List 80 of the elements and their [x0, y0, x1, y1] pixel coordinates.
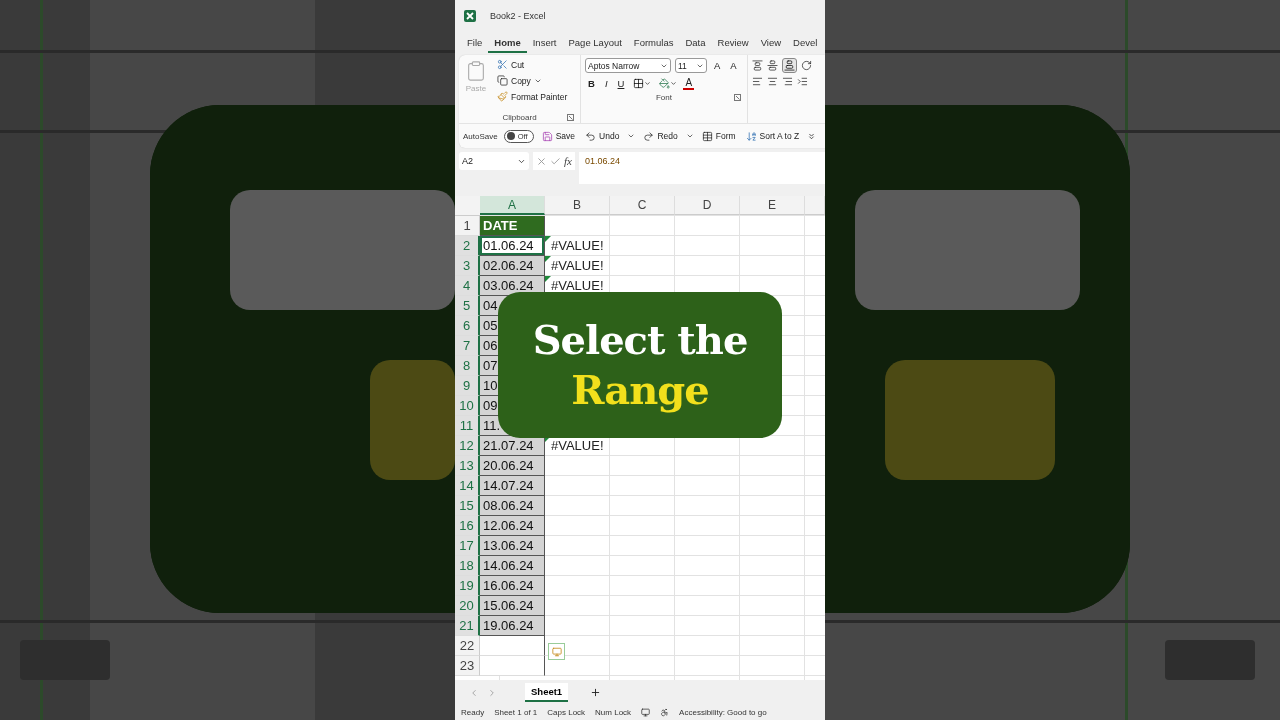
table-cell: 14.06.24 — [480, 556, 545, 576]
ribbon-tab[interactable]: Formulas — [627, 34, 680, 53]
save-button[interactable]: Save — [539, 129, 578, 143]
table-cell: 12.06.24 — [480, 516, 545, 536]
row-header[interactable]: 4 — [455, 276, 480, 296]
copy-button[interactable]: Copy — [495, 74, 570, 87]
status-item: Sheet 1 of 1 — [494, 708, 538, 717]
row-header[interactable]: 8 — [455, 356, 480, 376]
table-cell: 16.06.24 — [480, 576, 545, 596]
table-cell: 08.06.24 — [480, 496, 545, 516]
table-cell: 21.07.24 — [480, 436, 545, 456]
group-label: Font — [656, 92, 672, 102]
caption-text: Range — [571, 365, 709, 415]
table-cell: 14.07.24 — [480, 476, 545, 496]
ribbon-tab[interactable]: Data — [679, 34, 712, 53]
row-header[interactable]: 21 — [455, 616, 480, 636]
row-header[interactable]: 23 — [455, 656, 480, 676]
status-item: Num Lock — [595, 708, 632, 717]
table-cell: 19.06.24 — [480, 616, 545, 636]
bold-button[interactable]: B — [585, 77, 598, 90]
row-header[interactable]: 14 — [455, 476, 480, 496]
formula-input[interactable]: 01.06.24 — [578, 152, 825, 184]
grow-font-button[interactable]: A — [711, 59, 724, 72]
ribbon-tab[interactable]: View — [754, 34, 788, 53]
row-header[interactable]: 2 — [455, 236, 480, 256]
font-size-select[interactable]: 11 — [675, 58, 707, 73]
column-header[interactable]: D — [675, 196, 740, 215]
row-header[interactable]: 10 — [455, 396, 480, 416]
row-header[interactable]: 15 — [455, 496, 480, 516]
ribbon-tab[interactable]: Devel — [787, 34, 824, 53]
undo-button[interactable]: Undo — [583, 129, 622, 143]
row-header[interactable]: 1 — [455, 216, 480, 236]
ribbon-tab[interactable]: Insert — [526, 34, 563, 53]
row-header[interactable]: 3 — [455, 256, 480, 276]
table-cell: 01.06.24 — [480, 236, 545, 256]
sheet-tab[interactable]: Sheet1 — [525, 683, 569, 702]
format-painter-button[interactable]: Format Painter — [495, 90, 570, 103]
row-header[interactable]: 18 — [455, 556, 480, 576]
table-cell: 15.06.24 — [480, 596, 545, 616]
insert-function-button[interactable]: fx — [564, 155, 572, 167]
row-header[interactable]: 9 — [455, 376, 480, 396]
table-cell: 02.06.24 — [480, 256, 545, 276]
row-header[interactable]: 17 — [455, 536, 480, 556]
italic-button[interactable]: I — [601, 77, 611, 90]
row-header[interactable]: 16 — [455, 516, 480, 536]
underline-button[interactable]: U — [614, 77, 628, 90]
window-title: Book2 - Excel — [490, 11, 546, 21]
row-header[interactable]: 12 — [455, 436, 480, 456]
accessibility-status[interactable]: Accessibility: Good to go — [679, 708, 767, 717]
status-item: Caps Lock — [547, 708, 586, 717]
column-header[interactable]: A — [480, 196, 545, 215]
row-header[interactable]: 20 — [455, 596, 480, 616]
ribbon-tab[interactable]: Page Layout — [562, 34, 628, 53]
ribbon-tab[interactable]: Review — [711, 34, 755, 53]
header-cell: DATE — [480, 216, 545, 236]
autosave-label: AutoSave — [463, 131, 498, 141]
sort-button[interactable]: Sort A to Z — [743, 129, 802, 143]
row-header[interactable]: 11 — [455, 416, 480, 436]
row-header[interactable]: 6 — [455, 316, 480, 336]
font-name-select[interactable]: Aptos Narrow — [585, 58, 671, 73]
table-cell: 13.06.24 — [480, 536, 545, 556]
group-label: Clipboard — [502, 112, 537, 122]
row-header[interactable]: 7 — [455, 336, 480, 356]
row-header[interactable]: 13 — [455, 456, 480, 476]
name-box[interactable]: A2 — [459, 152, 529, 170]
table-cell: 20.06.24 — [480, 456, 545, 476]
column-header[interactable]: B — [545, 196, 610, 215]
cut-button[interactable]: Cut — [495, 58, 570, 71]
ribbon-tab[interactable]: Home — [488, 34, 527, 53]
shrink-font-button[interactable]: A — [727, 59, 740, 72]
status-item: Ready — [461, 708, 485, 717]
ribbon-tab[interactable]: File — [461, 34, 489, 53]
row-header[interactable]: 19 — [455, 576, 480, 596]
font-color-button[interactable]: A — [683, 77, 695, 90]
row-header[interactable]: 5 — [455, 296, 480, 316]
column-header[interactable]: C — [610, 196, 675, 215]
form-button[interactable]: Form — [699, 129, 738, 143]
column-header[interactable]: E — [740, 196, 805, 215]
redo-button[interactable]: Redo — [641, 129, 680, 143]
row-header[interactable]: 22 — [455, 636, 480, 656]
